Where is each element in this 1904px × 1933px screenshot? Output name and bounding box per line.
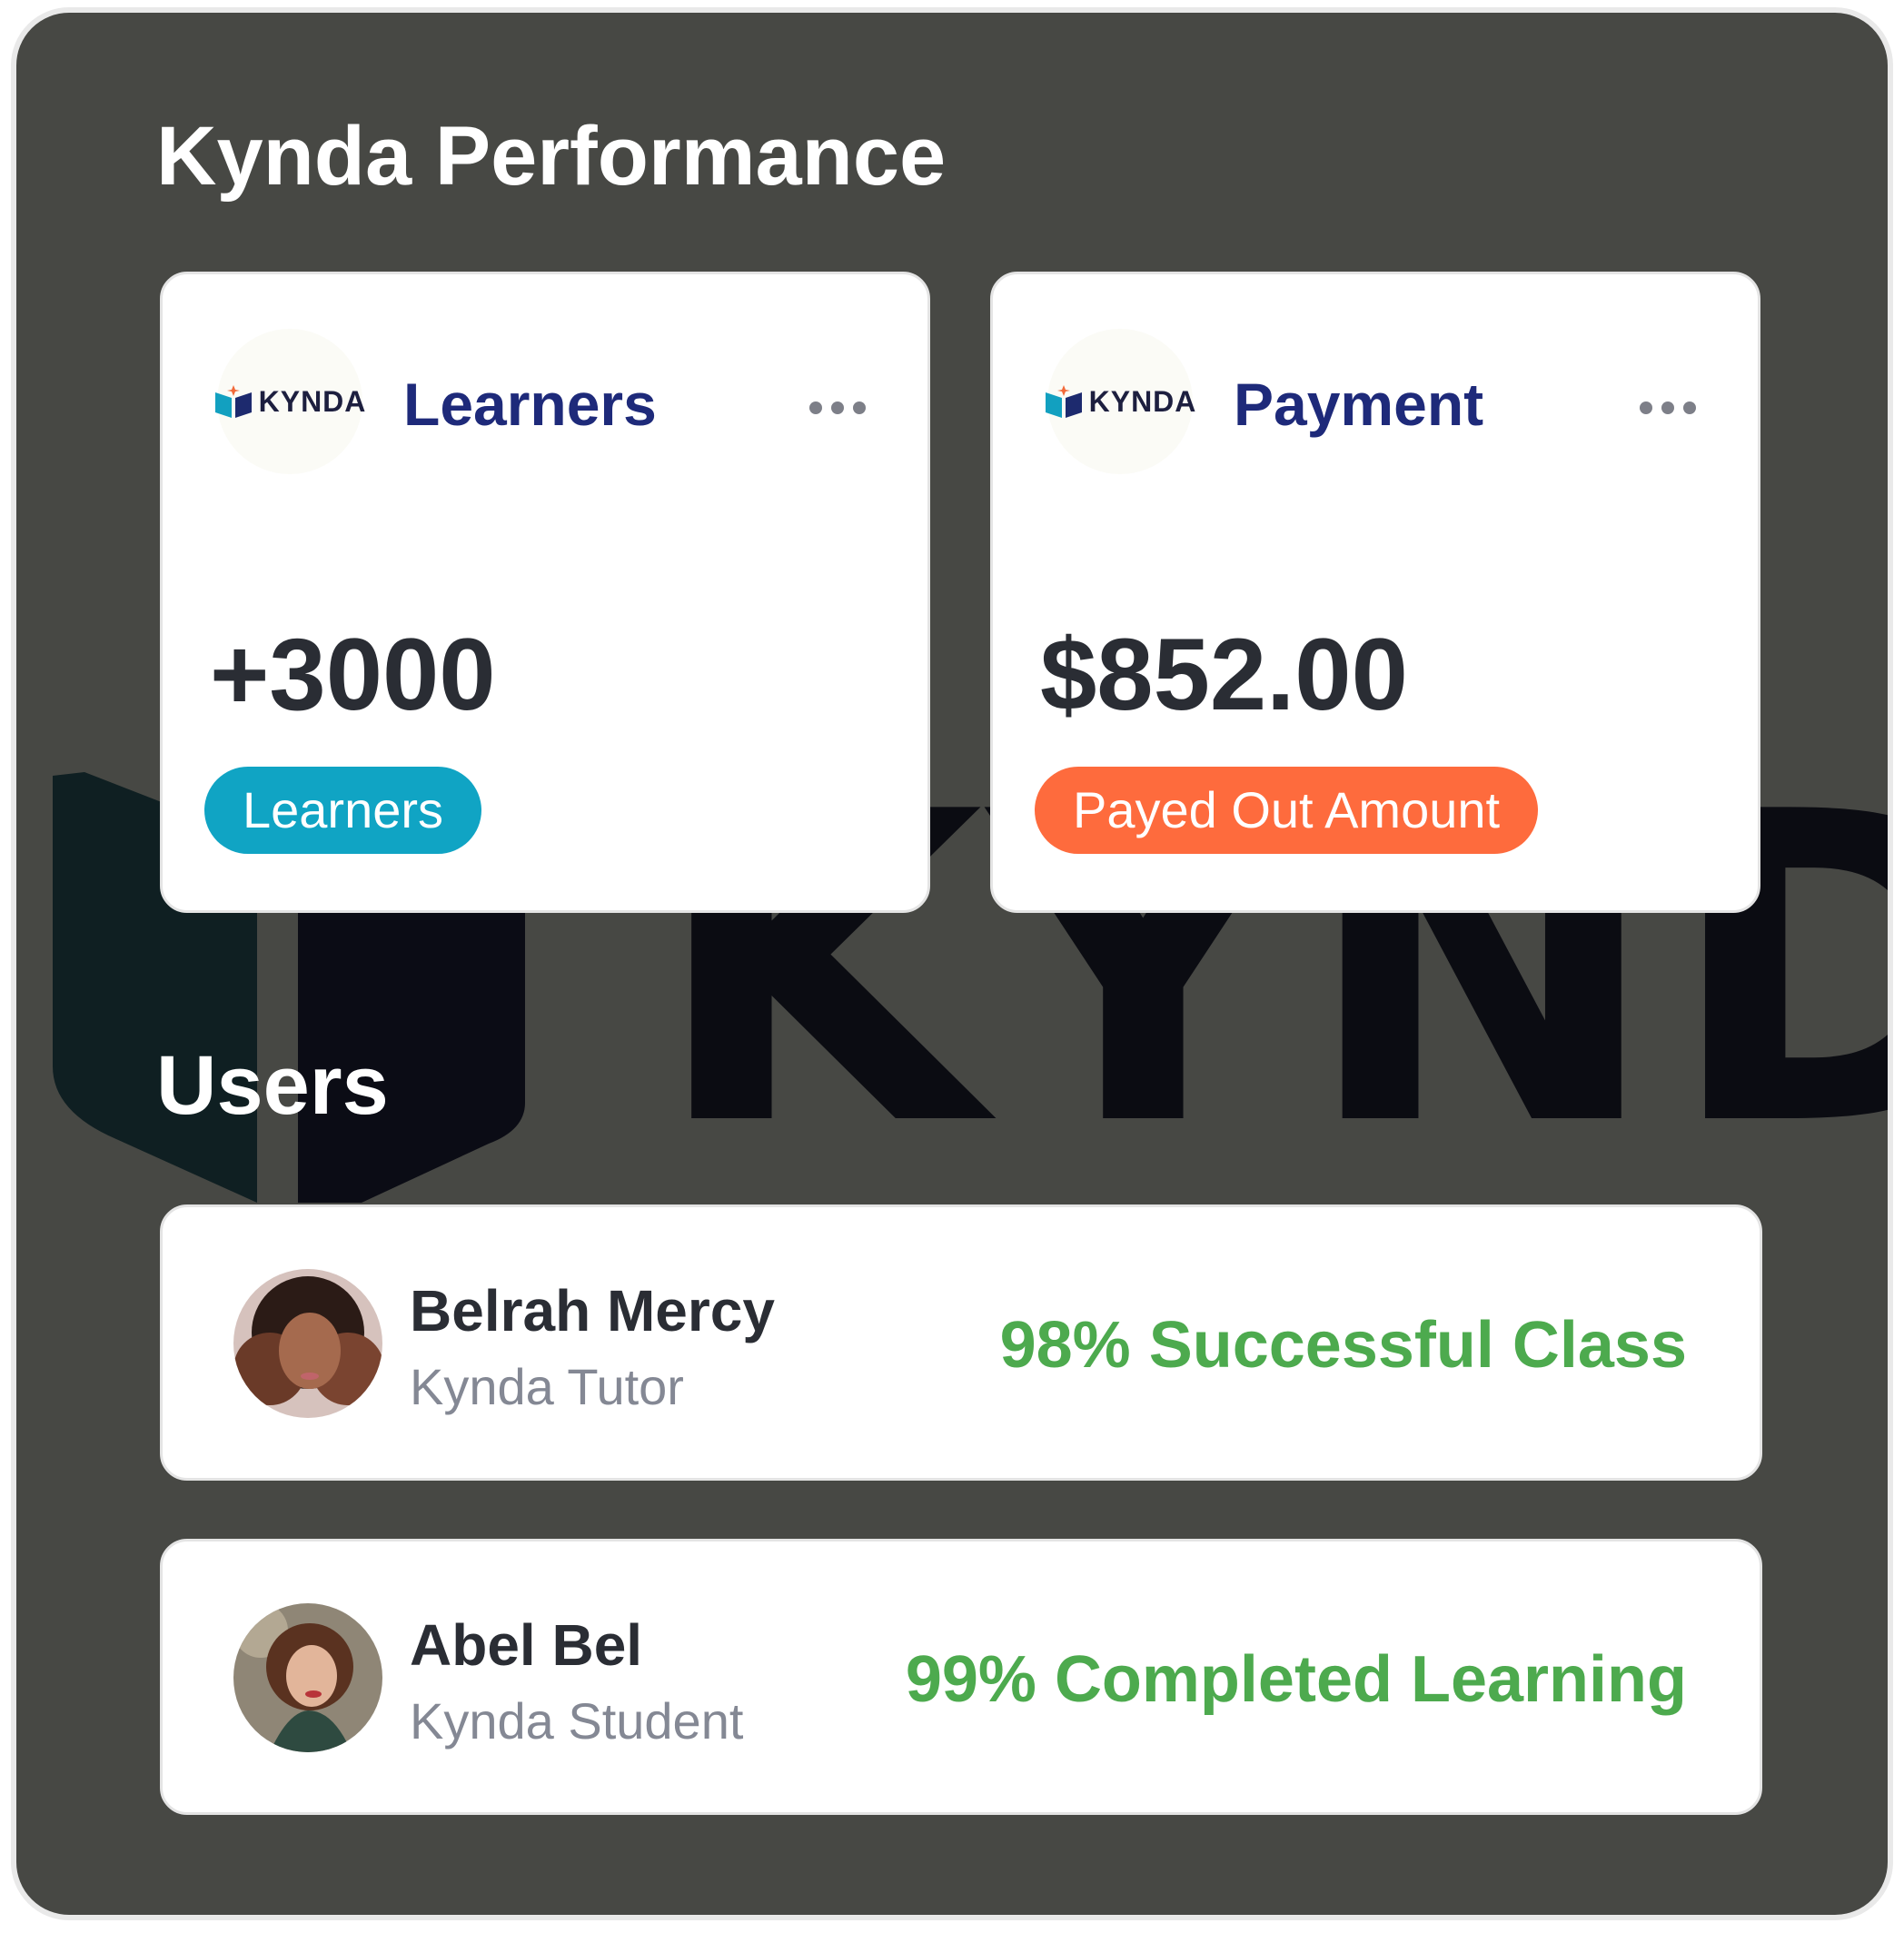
user-role: Kynda Tutor <box>410 1358 684 1415</box>
more-options-icon[interactable] <box>809 401 866 414</box>
user-name: Abel Bel <box>410 1612 643 1678</box>
status-badge: Payed Out Amount <box>1035 767 1539 854</box>
learners-card[interactable]: KYNDA Learners +3000 Learners <box>160 272 930 913</box>
payment-card[interactable]: KYNDA Payment $852.00 Payed Out Amount <box>990 272 1760 913</box>
avatar <box>233 1603 382 1752</box>
users-section-title: Users <box>156 1039 389 1132</box>
user-metric: 99% Completed Learning <box>905 1643 1687 1716</box>
user-name: Belrah Mercy <box>410 1278 775 1343</box>
page-title: Kynda Performance <box>156 110 947 203</box>
stat-value: +3000 <box>210 618 496 731</box>
performance-panel: KYNDA Kynda Performance KYNDA Learners +… <box>11 7 1893 1920</box>
user-row[interactable]: Abel Bel Kynda Student 99% Completed Lea… <box>160 1539 1762 1815</box>
kynda-book-icon <box>1045 385 1082 418</box>
card-title: Payment <box>1234 371 1484 438</box>
kynda-book-icon <box>214 385 252 418</box>
avatar <box>233 1269 382 1418</box>
kynda-logo: KYNDA <box>1045 329 1195 474</box>
card-title: Learners <box>403 371 657 438</box>
user-row[interactable]: Belrah Mercy Kynda Tutor 98% Successful … <box>160 1204 1762 1481</box>
more-options-icon[interactable] <box>1640 401 1696 414</box>
status-badge: Learners <box>204 767 482 854</box>
user-metric: 98% Successful Class <box>999 1309 1687 1382</box>
user-role: Kynda Student <box>410 1692 744 1750</box>
kynda-logo: KYNDA <box>214 329 365 474</box>
stat-value: $852.00 <box>1040 618 1408 731</box>
